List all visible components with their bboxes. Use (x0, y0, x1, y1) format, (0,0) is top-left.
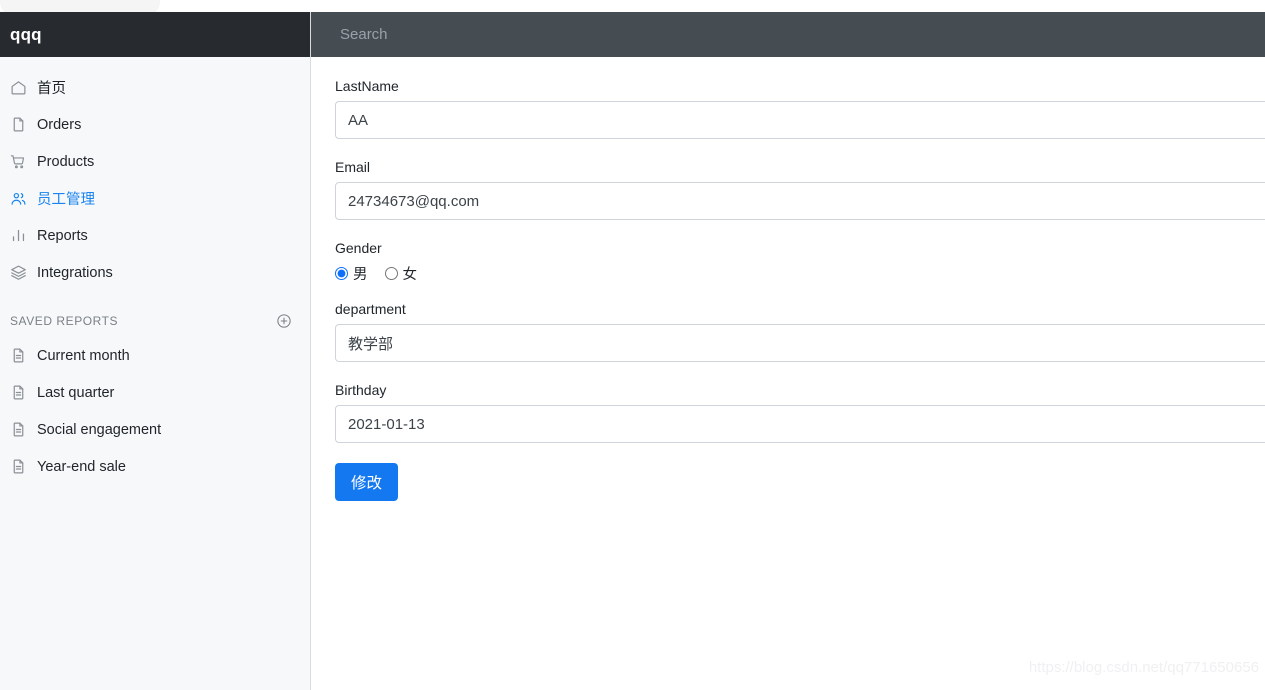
sidebar-item-products[interactable]: Products (0, 143, 310, 180)
field-birthday: Birthday (335, 382, 1265, 443)
sidebar-nav: 首页 Orders Products 员工管理 Reports Integrat… (0, 57, 310, 291)
document-icon (10, 384, 27, 401)
sidebar-item-current-month[interactable]: Current month (0, 337, 310, 374)
document-icon (10, 458, 27, 475)
sidebar-item-label: Last quarter (37, 384, 115, 401)
brand-header: qqq (0, 12, 310, 57)
submit-button[interactable]: 修改 (335, 463, 399, 501)
document-icon (10, 347, 27, 364)
search-input[interactable] (311, 12, 1265, 57)
saved-reports-header: SAVED REPORTS (0, 291, 310, 337)
app-window: qqq 首页 Orders Products 员工管理 Reports Inte… (0, 0, 1265, 690)
saved-reports-list: Current month Last quarter Social engage… (0, 337, 310, 485)
lastname-label: LastName (335, 78, 399, 94)
gender-radio-group: 男 女 (335, 263, 1265, 284)
sidebar-item-label: Year-end sale (37, 458, 126, 475)
birthday-label: Birthday (335, 382, 387, 398)
sidebar-item-label: Products (37, 153, 95, 170)
sidebar-item-label: Reports (37, 227, 88, 244)
sidebar-item-label: Orders (37, 116, 82, 133)
birthday-input[interactable] (335, 405, 1265, 443)
sidebar: qqq 首页 Orders Products 员工管理 Reports Inte… (0, 12, 311, 690)
sidebar-item-label: Integrations (37, 264, 113, 281)
layers-icon (10, 264, 27, 281)
gender-option-label: 男 (353, 267, 368, 283)
sidebar-item-reports[interactable]: Reports (0, 217, 310, 254)
sidebar-item-label: Current month (37, 347, 130, 364)
sidebar-item-integrations[interactable]: Integrations (0, 254, 310, 291)
top-search-bar (311, 12, 1265, 57)
gender-option-male[interactable]: 男 (335, 263, 368, 284)
email-input[interactable] (335, 182, 1265, 220)
lastname-input[interactable] (335, 101, 1265, 139)
gender-option-label: 女 (402, 267, 418, 283)
gender-radio-female[interactable] (384, 267, 398, 280)
people-icon (10, 190, 27, 207)
gender-radio-male[interactable] (335, 267, 348, 280)
employee-edit-form: LastName Email Gender 男 女 (311, 57, 1265, 690)
sidebar-item-social-engagement[interactable]: Social engagement (0, 411, 310, 448)
department-input[interactable] (335, 324, 1265, 362)
field-department: department (335, 301, 1265, 362)
sidebar-item-year-end-sale[interactable]: Year-end sale (0, 448, 310, 485)
file-icon (10, 116, 27, 133)
plus-circle-icon[interactable] (276, 313, 292, 329)
sidebar-item-orders[interactable]: Orders (0, 106, 310, 143)
field-lastname: LastName (335, 78, 1265, 139)
brand-title: qqq (10, 24, 42, 44)
sidebar-item-label: 员工管理 (37, 192, 95, 208)
department-label: department (335, 301, 406, 317)
email-label: Email (335, 159, 371, 175)
gender-option-female[interactable]: 女 (384, 263, 418, 284)
cart-icon (10, 153, 27, 170)
watermark: https://blog.csdn.net/qq771650656 (1028, 659, 1259, 676)
sidebar-item-last-quarter[interactable]: Last quarter (0, 374, 310, 411)
home-icon (10, 79, 27, 96)
sidebar-item-label: 首页 (37, 81, 66, 97)
bar-chart-icon (10, 227, 27, 244)
sidebar-item-employee-management[interactable]: 员工管理 (0, 180, 310, 217)
sidebar-item-home[interactable]: 首页 (0, 69, 310, 106)
field-gender: Gender 男 女 (335, 240, 1265, 284)
gender-label: Gender (335, 240, 382, 256)
saved-reports-title: SAVED REPORTS (10, 314, 119, 328)
document-icon (10, 421, 27, 438)
sidebar-item-label: Social engagement (37, 421, 162, 438)
field-email: Email (335, 159, 1265, 220)
